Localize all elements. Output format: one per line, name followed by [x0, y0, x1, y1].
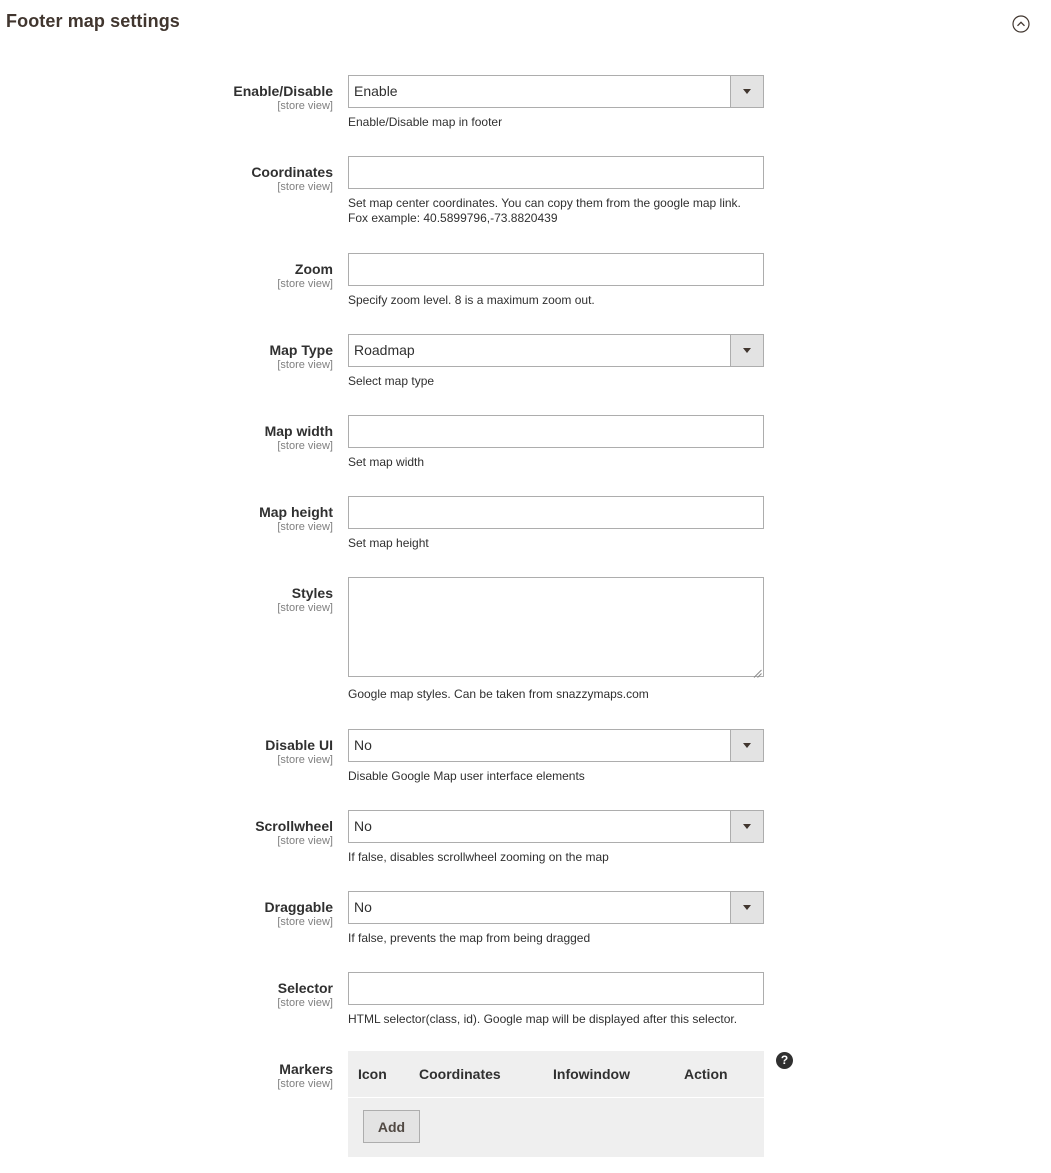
- dropdown-arrow-icon[interactable]: [730, 892, 763, 923]
- control-draggable: No If false, prevents the map from being…: [348, 891, 764, 946]
- disable-ui-select[interactable]: No: [348, 729, 764, 762]
- map-type-select[interactable]: Roadmap: [348, 334, 764, 367]
- map-height-input[interactable]: [348, 496, 764, 529]
- field-label-coordinates: Coordinates: [251, 164, 333, 180]
- dropdown-arrow-icon[interactable]: [730, 811, 763, 842]
- scope-label: [store view]: [277, 278, 333, 290]
- scope-label: [store view]: [277, 997, 333, 1009]
- field-label-group: Draggable [store view]: [33, 899, 333, 929]
- scope-label: [store view]: [277, 521, 333, 533]
- styles-note: Google map styles. Can be taken from sna…: [348, 687, 649, 701]
- field-label-group: Zoom [store view]: [33, 261, 333, 291]
- field-label-styles: Styles: [291, 585, 333, 601]
- map-height-note: Set map height: [348, 536, 429, 550]
- field-label-group: Coordinates [store view]: [33, 164, 333, 194]
- field-label-group: Selector [store view]: [33, 980, 333, 1010]
- coordinates-note: Set map center coordinates. You can copy…: [348, 196, 764, 226]
- control-coordinates: Set map center coordinates. You can copy…: [348, 156, 764, 226]
- markers-table-header: Icon Coordinates Infowindow Action: [348, 1051, 764, 1098]
- field-label-group: Markers [store view]: [33, 1061, 333, 1091]
- draggable-select-value: No: [354, 899, 372, 915]
- zoom-input[interactable]: [348, 253, 764, 286]
- field-label-group: Disable UI [store view]: [33, 737, 333, 767]
- column-header-coordinates: Coordinates: [419, 1066, 501, 1082]
- control-map-height: Set map height: [348, 496, 764, 551]
- field-label-group: Enable/Disable [store view]: [33, 83, 333, 113]
- scrollwheel-note: If false, disables scrollwheel zooming o…: [348, 850, 609, 864]
- field-label-map-width: Map width: [264, 423, 333, 439]
- scope-label: [store view]: [277, 754, 333, 766]
- field-label-selector: Selector: [277, 980, 333, 996]
- draggable-select[interactable]: No: [348, 891, 764, 924]
- control-scrollwheel: No If false, disables scrollwheel zoomin…: [348, 810, 764, 865]
- field-label-enable: Enable/Disable: [233, 83, 333, 99]
- disable-ui-select-value: No: [354, 737, 372, 753]
- scope-label: [store view]: [277, 916, 333, 928]
- draggable-note: If false, prevents the map from being dr…: [348, 931, 591, 945]
- scope-label: [store view]: [277, 1078, 333, 1090]
- map-type-select-value: Roadmap: [354, 342, 415, 358]
- field-label-group: Map Type [store view]: [33, 342, 333, 372]
- column-header-infowindow: Infowindow: [553, 1066, 630, 1082]
- resize-grip-icon[interactable]: [753, 665, 762, 678]
- zoom-note: Specify zoom level. 8 is a maximum zoom …: [348, 293, 595, 307]
- column-header-icon: Icon: [358, 1066, 387, 1082]
- scope-label: [store view]: [277, 100, 333, 112]
- map-width-input[interactable]: [348, 415, 764, 448]
- coordinates-note-line2: Fox example: 40.5899796,-73.8820439: [348, 211, 558, 225]
- scope-label: [store view]: [277, 181, 333, 193]
- add-marker-button[interactable]: Add: [363, 1110, 420, 1143]
- scope-label: [store view]: [277, 359, 333, 371]
- dropdown-arrow-icon[interactable]: [730, 730, 763, 761]
- section-header[interactable]: Footer map settings: [0, 0, 1051, 46]
- disable-ui-note: Disable Google Map user interface elemen…: [348, 769, 585, 783]
- field-label-map-type: Map Type: [269, 342, 333, 358]
- dropdown-arrow-icon[interactable]: [730, 76, 763, 107]
- control-map-type: Roadmap Select map type: [348, 334, 764, 389]
- field-label-group: Styles [store view]: [33, 585, 333, 615]
- selector-input[interactable]: [348, 972, 764, 1005]
- styles-textarea[interactable]: [348, 577, 764, 677]
- field-label-group: Map height [store view]: [33, 504, 333, 534]
- scope-label: [store view]: [277, 602, 333, 614]
- enable-select-value: Enable: [354, 83, 398, 99]
- field-label-scrollwheel: Scrollwheel: [255, 818, 333, 834]
- field-label-group: Scrollwheel [store view]: [33, 818, 333, 848]
- coordinates-input[interactable]: [348, 156, 764, 189]
- map-width-note: Set map width: [348, 455, 425, 469]
- scope-label: [store view]: [277, 440, 333, 452]
- column-header-action: Action: [684, 1066, 728, 1082]
- field-label-draggable: Draggable: [264, 899, 333, 915]
- markers-table: Icon Coordinates Infowindow Action Add: [348, 1051, 764, 1157]
- control-zoom: Specify zoom level. 8 is a maximum zoom …: [348, 253, 764, 308]
- dropdown-arrow-icon[interactable]: [730, 335, 763, 366]
- field-label-group: Map width [store view]: [33, 423, 333, 453]
- field-row-markers: Markers [store view] Icon Coordinates In…: [0, 1051, 1051, 1157]
- scrollwheel-select[interactable]: No: [348, 810, 764, 843]
- field-label-disable-ui: Disable UI: [265, 737, 333, 753]
- control-enable: Enable Enable/Disable map in footer: [348, 75, 764, 130]
- coordinates-note-line1: Set map center coordinates. You can copy…: [348, 196, 741, 210]
- field-label-zoom: Zoom: [294, 261, 333, 277]
- scrollwheel-select-value: No: [354, 818, 372, 834]
- control-styles: Google map styles. Can be taken from sna…: [348, 577, 764, 702]
- section-title: Footer map settings: [6, 11, 180, 31]
- map-type-note: Select map type: [348, 374, 435, 388]
- field-label-map-height: Map height: [259, 504, 333, 520]
- chevron-up-circle-icon[interactable]: [1012, 15, 1030, 33]
- scope-label: [store view]: [277, 835, 333, 847]
- help-icon[interactable]: ?: [776, 1052, 793, 1069]
- control-selector: HTML selector(class, id). Google map wil…: [348, 972, 764, 1027]
- control-map-width: Set map width: [348, 415, 764, 470]
- enable-select[interactable]: Enable: [348, 75, 764, 108]
- enable-note: Enable/Disable map in footer: [348, 115, 503, 129]
- field-label-markers: Markers: [279, 1061, 333, 1077]
- control-disable-ui: No Disable Google Map user interface ele…: [348, 729, 764, 784]
- selector-note: HTML selector(class, id). Google map wil…: [348, 1012, 738, 1026]
